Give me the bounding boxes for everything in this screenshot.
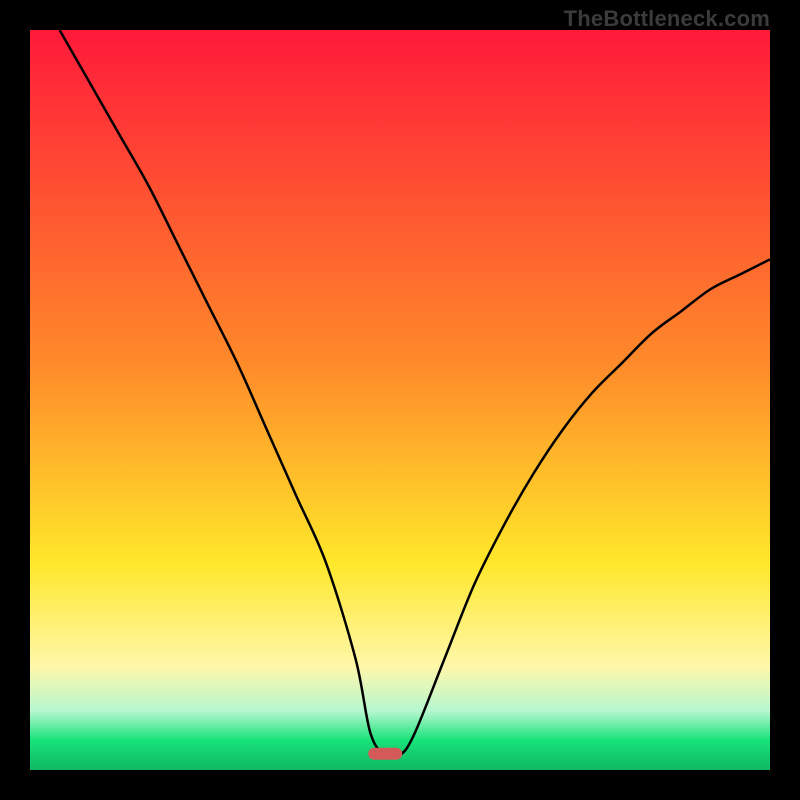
bottleneck-curve <box>60 30 770 758</box>
curve-layer <box>30 30 770 770</box>
plot-area <box>30 30 770 770</box>
chart-stage: TheBottleneck.com <box>0 0 800 800</box>
minimum-marker <box>368 748 402 760</box>
watermark-text: TheBottleneck.com <box>564 6 770 32</box>
